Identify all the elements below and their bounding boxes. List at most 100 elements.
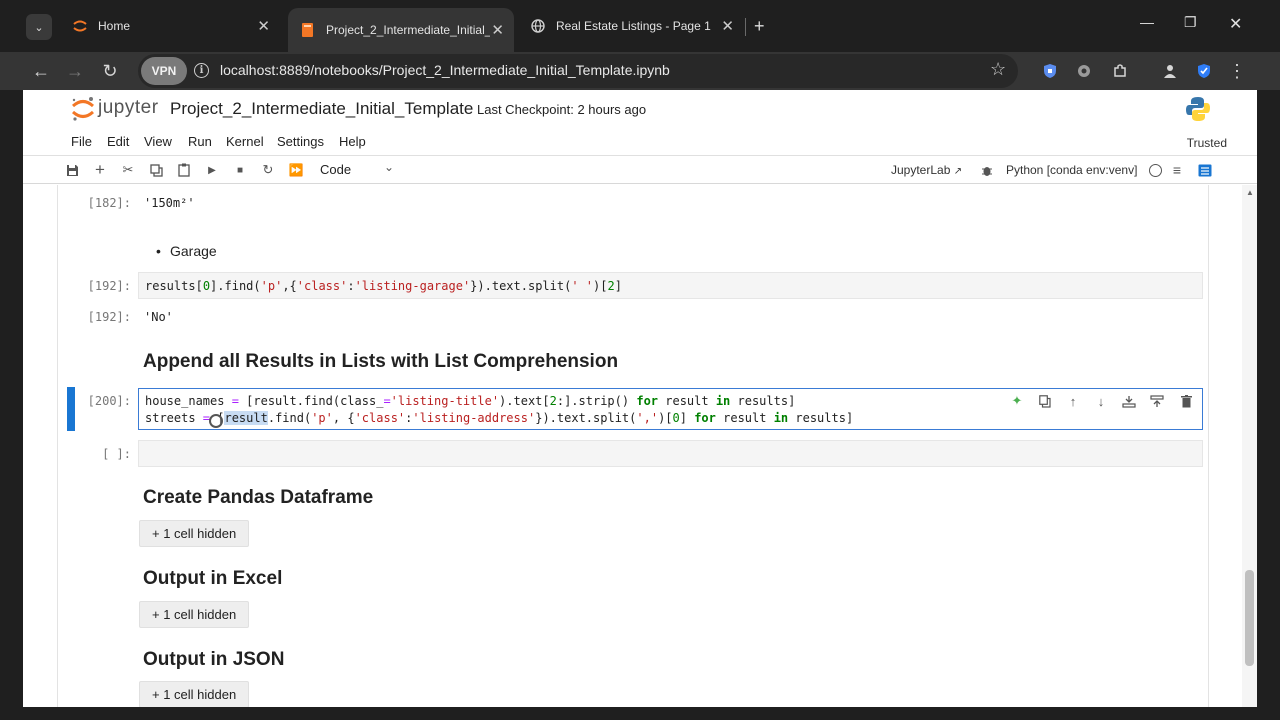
copy-icon[interactable] bbox=[147, 161, 165, 179]
profile-icon[interactable] bbox=[1157, 58, 1183, 84]
markdown-heading-append: Append all Results in Lists with List Co… bbox=[143, 351, 619, 372]
code-line[interactable]: results[0].find('p',{'class':'listing-ga… bbox=[145, 279, 622, 293]
jupyterlab-link-label: JupyterLab bbox=[891, 163, 951, 177]
reload-icon[interactable]: ↻ bbox=[97, 58, 123, 84]
mouse-cursor bbox=[209, 414, 223, 428]
cut-icon[interactable]: ✂ bbox=[119, 161, 137, 179]
hidden-cells-button[interactable]: + 1 cell hidden bbox=[139, 681, 250, 707]
notebook-title[interactable]: Project_2_Intermediate_Initial_Template bbox=[170, 99, 473, 119]
input-prompt: [192]: bbox=[87, 279, 131, 293]
more-menu-icon[interactable]: ⋮ bbox=[1224, 58, 1250, 84]
external-link-icon: ↗ bbox=[953, 166, 963, 177]
output-prompt: [192]: bbox=[87, 310, 131, 324]
plus-icon: + bbox=[754, 16, 765, 36]
move-up-icon[interactable]: ↑ bbox=[1065, 393, 1081, 409]
tab-search-button[interactable]: ⌄ bbox=[26, 14, 52, 40]
menu-kernel[interactable]: Kernel bbox=[226, 134, 264, 149]
browser-tab-bar: ⌄ Home ✕ Project_2_Intermediate_Initial_… bbox=[0, 0, 1280, 52]
kernel-name[interactable]: Python [conda env:venv] bbox=[1006, 163, 1137, 177]
insert-below-icon[interactable] bbox=[1149, 393, 1165, 409]
trusted-indicator[interactable]: Trusted bbox=[1187, 136, 1227, 150]
hidden-cells-button[interactable]: + 1 cell hidden bbox=[139, 520, 250, 547]
jupyter-logo-icon[interactable] bbox=[70, 96, 96, 122]
restore-icon[interactable]: ❐ bbox=[1184, 14, 1197, 31]
hidden-cells-button[interactable]: + 1 cell hidden bbox=[139, 601, 250, 628]
menu-run[interactable]: Run bbox=[188, 134, 212, 149]
address-bar[interactable]: VPN i localhost:8889/notebooks/Project_2… bbox=[138, 54, 1018, 88]
python-logo-icon bbox=[1186, 97, 1210, 121]
window-close-icon[interactable]: ✕ bbox=[1229, 14, 1242, 34]
markdown-heading-pandas: Create Pandas Dataframe bbox=[143, 487, 374, 508]
tab-separator bbox=[745, 18, 746, 36]
output-prompt: [182]: bbox=[87, 196, 131, 210]
sparkle-ai-icon[interactable]: ✦ bbox=[1009, 393, 1025, 409]
bookmark-star-icon[interactable]: ☆ bbox=[990, 59, 1006, 80]
tab-real-estate[interactable]: Real Estate Listings - Page 1 ✕ bbox=[518, 8, 744, 44]
cell-type-select[interactable]: Code bbox=[320, 162, 351, 177]
active-cell-indicator bbox=[67, 387, 75, 431]
gear-extension-icon[interactable] bbox=[1071, 58, 1097, 84]
restart-run-all-icon[interactable]: ⏩ bbox=[287, 161, 305, 179]
menu-settings[interactable]: Settings bbox=[277, 134, 324, 149]
vpn-badge[interactable]: VPN bbox=[141, 57, 187, 85]
forward-arrow-icon[interactable]: → bbox=[62, 58, 88, 84]
close-icon[interactable]: ✕ bbox=[721, 17, 734, 35]
tab-title: Project_2_Intermediate_Initial_T bbox=[326, 23, 490, 37]
insert-above-icon[interactable] bbox=[1121, 393, 1137, 409]
bullet-dot: • bbox=[156, 243, 161, 259]
minimize-icon[interactable]: — bbox=[1140, 14, 1154, 30]
browser-toolbar: ← → ↻ VPN i localhost:8889/notebooks/Pro… bbox=[0, 52, 1280, 90]
code-line[interactable]: house_names = [result.find(class_='listi… bbox=[145, 394, 795, 408]
jupyterlab-link[interactable]: JupyterLab ↗ bbox=[891, 163, 962, 177]
add-cell-icon[interactable]: + bbox=[91, 160, 109, 179]
tab-title: Real Estate Listings - Page 1 bbox=[556, 19, 711, 33]
code-cell-input[interactable]: results[0].find('p',{'class':'listing-ga… bbox=[138, 272, 1203, 299]
stop-icon[interactable]: ■ bbox=[231, 161, 249, 179]
shield-extension-icon[interactable] bbox=[1037, 58, 1063, 84]
duplicate-cell-icon[interactable] bbox=[1037, 393, 1053, 409]
jupyter-logo-text: jupyter bbox=[98, 97, 159, 118]
last-checkpoint: Last Checkpoint: 2 hours ago bbox=[477, 102, 647, 117]
run-icon[interactable]: ▶ bbox=[203, 161, 221, 179]
tab-notebook[interactable]: Project_2_Intermediate_Initial_T ✕ bbox=[288, 8, 514, 52]
scrollbar-thumb[interactable] bbox=[1245, 570, 1254, 666]
save-icon[interactable] bbox=[63, 161, 81, 179]
code-line[interactable]: streets = [result.find('p', {'class':'li… bbox=[145, 411, 853, 425]
input-prompt: [200]: bbox=[87, 394, 131, 408]
move-down-icon[interactable]: ↓ bbox=[1093, 393, 1109, 409]
vpn-shield-icon[interactable] bbox=[1191, 58, 1217, 84]
kernel-status-icon bbox=[1149, 164, 1162, 177]
paste-icon[interactable] bbox=[175, 161, 193, 179]
menu-edit[interactable]: Edit bbox=[107, 134, 129, 149]
cell-output: '150m²' bbox=[144, 196, 195, 210]
restart-icon[interactable]: ↻ bbox=[259, 161, 277, 179]
cell-output: 'No' bbox=[144, 310, 173, 324]
menu-bar: File Edit View Run Kernel Settings Help … bbox=[23, 128, 1257, 156]
empty-code-cell[interactable] bbox=[138, 440, 1203, 467]
markdown-heading-excel: Output in Excel bbox=[143, 568, 283, 589]
menu-view[interactable]: View bbox=[144, 134, 172, 149]
hamburger-menu-icon[interactable]: ≡ bbox=[1168, 161, 1186, 179]
notebook-scrollbar[interactable]: ▲ bbox=[1242, 185, 1257, 707]
notebook-favicon-icon bbox=[300, 22, 316, 38]
puzzle-extensions-icon[interactable] bbox=[1107, 58, 1133, 84]
site-info-icon[interactable]: i bbox=[194, 63, 209, 78]
back-arrow-icon[interactable]: ← bbox=[28, 58, 54, 84]
tab-home[interactable]: Home ✕ bbox=[60, 8, 280, 44]
trash-icon[interactable] bbox=[1178, 393, 1194, 409]
input-prompt: [ ]: bbox=[102, 447, 131, 461]
menu-file[interactable]: File bbox=[71, 134, 92, 149]
new-tab-button[interactable]: + bbox=[754, 16, 765, 37]
chevron-down-icon: ⌄ bbox=[34, 21, 44, 34]
close-icon[interactable]: ✕ bbox=[257, 17, 270, 35]
url-text[interactable]: localhost:8889/notebooks/Project_2_Inter… bbox=[220, 62, 670, 78]
markdown-heading-json: Output in JSON bbox=[143, 649, 285, 670]
globe-favicon-icon bbox=[530, 18, 546, 34]
menu-help[interactable]: Help bbox=[339, 134, 366, 149]
chevron-down-icon[interactable]: ⌄ bbox=[384, 160, 394, 174]
table-of-contents-icon[interactable] bbox=[1196, 161, 1214, 179]
scroll-up-arrow-icon[interactable]: ▲ bbox=[1246, 188, 1254, 197]
debugger-bug-icon[interactable] bbox=[978, 161, 996, 179]
close-icon[interactable]: ✕ bbox=[491, 21, 504, 39]
jupyter-favicon-icon bbox=[72, 18, 88, 34]
